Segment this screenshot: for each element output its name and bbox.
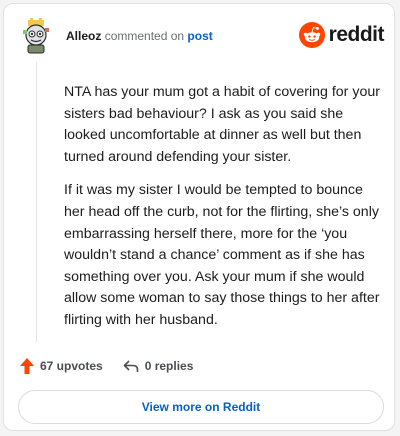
comment-header: Alleoz commented on post reddit [20,18,390,58]
commented-on-text: commented on [104,29,185,43]
upvote-arrow-icon [20,358,34,374]
post-link[interactable]: post [187,29,212,43]
view-more-button[interactable]: View more on Reddit [18,390,384,424]
username[interactable]: Alleoz [66,29,101,43]
comment-actions: 67 upvotes 0 replies [20,356,193,376]
user-avatar[interactable] [20,18,52,54]
replies-button[interactable]: 0 replies [123,359,194,373]
comment-paragraph: If it was my sister I would be tempted t… [64,182,380,328]
reddit-logo-icon [298,22,325,48]
comment-card: Alleoz commented on post reddit NTA has … [3,3,395,431]
reddit-brand[interactable]: reddit [298,21,385,49]
commenter-line: Alleoz commented on post [66,29,213,43]
thread-line [36,62,37,342]
brand-wordmark: reddit [328,23,385,46]
comment-body: NTA has your mum got a habit of covering… [64,82,384,344]
reply-arrow-icon [123,360,139,372]
reply-count: 0 replies [144,359,194,373]
upvote-button[interactable]: 67 upvotes [20,358,103,374]
upvote-count: 67 upvotes [40,359,103,373]
comment-paragraph: NTA has your mum got a habit of covering… [64,84,380,165]
